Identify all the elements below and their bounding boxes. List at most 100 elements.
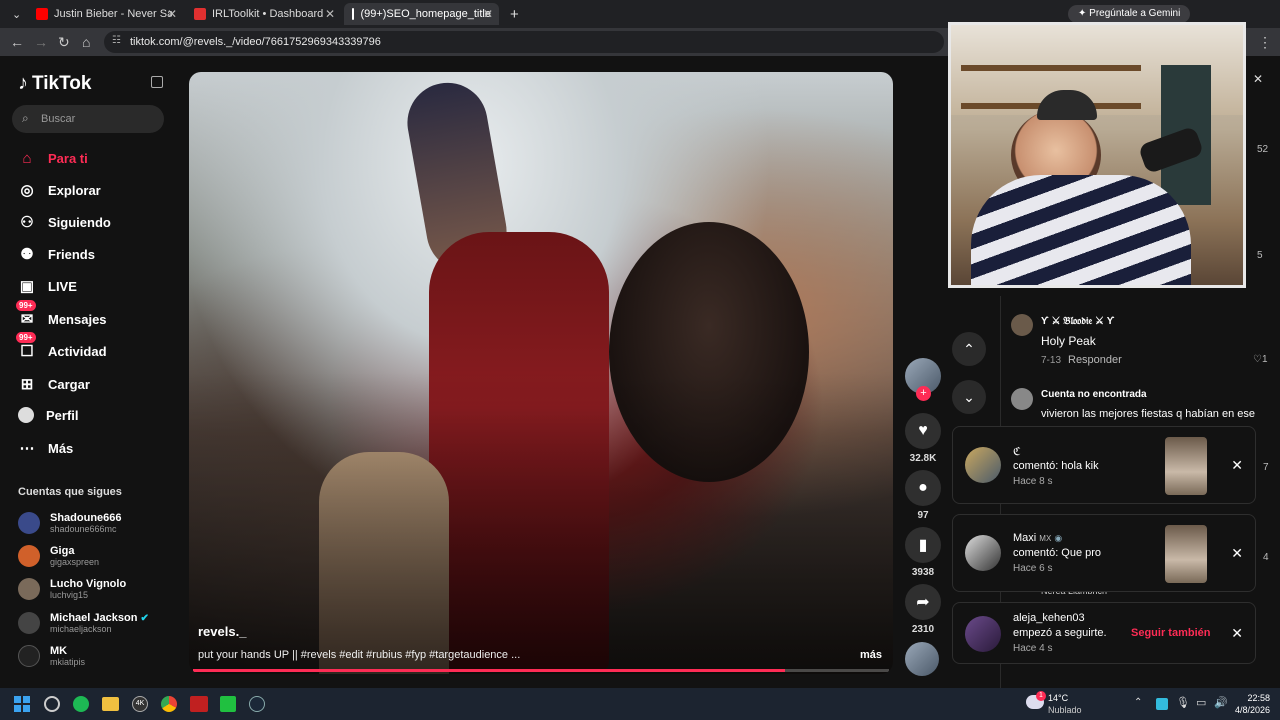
bookmark-icon: ▮ bbox=[905, 527, 941, 563]
app-icon[interactable] bbox=[190, 696, 208, 712]
share-button[interactable]: ➦ 2310 bbox=[905, 584, 941, 635]
comment-like-button[interactable]: ♡1 bbox=[1253, 354, 1268, 365]
new-tab-button[interactable]: + bbox=[502, 3, 522, 25]
gemini-label: Pregúntale a Gemini bbox=[1089, 8, 1181, 19]
url-field[interactable]: ☷ tiktok.com/@revels._/video/76617529693… bbox=[104, 31, 944, 53]
nav-item-friends[interactable]: ⚉ Friends bbox=[18, 245, 95, 263]
chrome-icon[interactable] bbox=[161, 696, 177, 712]
close-icon[interactable]: ✕ bbox=[1231, 457, 1243, 474]
tab-youtube[interactable]: Justin Bieber - Never Say Never ✕ bbox=[28, 3, 183, 25]
close-tab-icon[interactable]: ✕ bbox=[167, 7, 177, 21]
following-username: shadoune666mc bbox=[50, 524, 117, 534]
collapse-sidebar-icon[interactable] bbox=[151, 76, 163, 88]
following-username: mkiatipis bbox=[50, 657, 86, 667]
notification-user: Maxi bbox=[1013, 532, 1037, 544]
home-icon[interactable]: ⌂ bbox=[82, 34, 90, 50]
microphone-icon[interactable]: 🎙 bbox=[1176, 696, 1190, 709]
share-icon: ➦ bbox=[905, 584, 941, 620]
nav-item-para-ti[interactable]: ⌂ Para ti bbox=[18, 149, 87, 167]
close-tab-icon[interactable]: ✕ bbox=[325, 7, 335, 21]
kick-icon[interactable] bbox=[220, 696, 236, 712]
nav-item-actividad[interactable]: ☐ 99+ Actividad bbox=[16, 332, 107, 360]
sound-avatar[interactable] bbox=[905, 642, 941, 676]
video-gradient bbox=[189, 372, 893, 674]
save-button[interactable]: ▮ 3938 bbox=[905, 527, 941, 578]
nav-item-siguiendo[interactable]: ⚇ Siguiendo bbox=[18, 213, 111, 231]
save-count: 3938 bbox=[911, 567, 935, 578]
following-item[interactable]: Shadoune666 shadoune666mc bbox=[18, 512, 122, 534]
close-tab-icon[interactable]: ✕ bbox=[483, 7, 493, 21]
tab-title: (99+)SEO_homepage_title bbox=[360, 8, 491, 20]
next-video-button[interactable]: ⌄ bbox=[952, 380, 986, 414]
verified-icon: ✔ bbox=[140, 613, 149, 624]
more-link[interactable]: más bbox=[860, 649, 882, 661]
4k-app-icon[interactable]: 4K bbox=[132, 696, 148, 712]
menu-icon[interactable]: ⋮ bbox=[1258, 34, 1272, 50]
tab-irltoolkit[interactable]: IRLToolkit • Dashboard ✕ bbox=[186, 3, 341, 25]
tab-tiktok[interactable]: (99+)SEO_homepage_title ✕ bbox=[344, 3, 499, 25]
activity-badge: 99+ bbox=[16, 332, 36, 343]
site-info-icon[interactable]: ☷ bbox=[112, 35, 121, 46]
notification-text: comentó: Que pro bbox=[1013, 547, 1102, 559]
comment-user[interactable]: Cuenta no encontrada bbox=[1041, 389, 1147, 400]
forward-icon[interactable]: → bbox=[34, 34, 48, 50]
following-username: michaeljackson bbox=[50, 624, 112, 634]
nav-item-perfil[interactable]: Perfil bbox=[18, 407, 79, 423]
obs-icon[interactable] bbox=[44, 696, 60, 712]
file-explorer-icon[interactable] bbox=[102, 697, 119, 711]
progress-track[interactable] bbox=[193, 669, 889, 672]
network-icon[interactable]: ▭ bbox=[1196, 696, 1206, 709]
following-item[interactable]: Giga gigaxspreen bbox=[18, 545, 99, 567]
search-placeholder: Buscar bbox=[41, 113, 76, 125]
notification-time: Hace 6 s bbox=[1013, 563, 1053, 574]
avatar bbox=[18, 545, 40, 567]
nav-label: Perfil bbox=[46, 407, 79, 423]
comment-user[interactable]: ϒ ⚔ 𝔅𝔩𝔬𝔬𝔡𝔦𝔢 ⚔ ϒ bbox=[1041, 316, 1114, 327]
clock-date[interactable]: 4/8/2026 bbox=[1230, 705, 1270, 715]
reload-icon[interactable]: ↻ bbox=[58, 34, 70, 50]
follow-plus-icon[interactable]: + bbox=[916, 386, 931, 401]
follow-back-button[interactable]: Seguir también bbox=[1131, 627, 1210, 639]
following-item[interactable]: Lucho Vignolo luchvig15 bbox=[18, 578, 126, 600]
following-item[interactable]: MK mkiatipis bbox=[18, 645, 85, 667]
nav-item-live[interactable]: ▣ LIVE bbox=[18, 277, 77, 295]
comment-like-count: 7 bbox=[1263, 462, 1269, 473]
nav-item-mas[interactable]: ⋯ Más bbox=[18, 439, 74, 457]
nav-item-mensajes[interactable]: ✉ 99+ Mensajes bbox=[16, 300, 107, 328]
following-heading: Cuentas que sigues bbox=[18, 486, 122, 498]
video-author[interactable]: revels._ bbox=[198, 624, 246, 639]
spotify-icon[interactable] bbox=[73, 696, 89, 712]
close-icon[interactable]: ✕ bbox=[1231, 625, 1243, 642]
notification-card[interactable]: Maxi MX ◉ comentó: Que pro Hace 6 s ✕ bbox=[952, 514, 1256, 592]
reply-button[interactable]: Responder bbox=[1068, 354, 1122, 366]
video-thumbnail[interactable] bbox=[1165, 525, 1207, 583]
author-avatar[interactable]: + bbox=[905, 358, 941, 401]
close-comments-icon[interactable]: ✕ bbox=[1253, 72, 1263, 86]
search-input[interactable]: ⌕ Buscar bbox=[12, 105, 164, 133]
following-item[interactable]: Michael Jackson ✔ michaeljackson bbox=[18, 612, 149, 634]
back-icon[interactable]: ← bbox=[10, 34, 24, 50]
notification-card[interactable]: aleja_kehen03 empezó a seguirte. Hace 4 … bbox=[952, 602, 1256, 664]
steam-icon[interactable] bbox=[249, 696, 265, 712]
clock-time[interactable]: 22:58 bbox=[1236, 693, 1270, 703]
close-icon[interactable]: ✕ bbox=[1231, 545, 1243, 562]
striped-hoodie bbox=[971, 175, 1191, 285]
video-player[interactable]: revels._ put your hands UP || #revels #e… bbox=[189, 72, 893, 674]
notification-card[interactable]: ℭ comentó: hola kik Hace 8 s ✕ bbox=[952, 426, 1256, 504]
like-button[interactable]: ♥ 32.8K bbox=[905, 413, 941, 464]
tiktok-logo[interactable]: ♪ TikTok bbox=[18, 72, 91, 95]
previous-video-button[interactable]: ⌃ bbox=[952, 332, 986, 366]
nav-item-explorar[interactable]: ◎ Explorar bbox=[18, 181, 100, 199]
chevron-up-icon[interactable]: ⌃ bbox=[1134, 697, 1142, 708]
nav-item-cargar[interactable]: ⊞ Cargar bbox=[18, 375, 90, 393]
chevron-up-icon: ⌃ bbox=[963, 340, 975, 357]
tab-list-button[interactable]: ⌄ bbox=[4, 3, 24, 25]
comment-button[interactable]: ● 97 bbox=[905, 470, 941, 521]
gemini-button[interactable]: ✦ Pregúntale a Gemini bbox=[1068, 5, 1191, 23]
video-thumbnail[interactable] bbox=[1165, 437, 1207, 495]
start-button[interactable] bbox=[14, 696, 30, 712]
defender-icon[interactable] bbox=[1156, 698, 1168, 710]
comment-like-count: 52 bbox=[1257, 144, 1269, 155]
following-name: MK bbox=[50, 645, 68, 657]
volume-icon[interactable]: 🔊 bbox=[1214, 696, 1228, 709]
